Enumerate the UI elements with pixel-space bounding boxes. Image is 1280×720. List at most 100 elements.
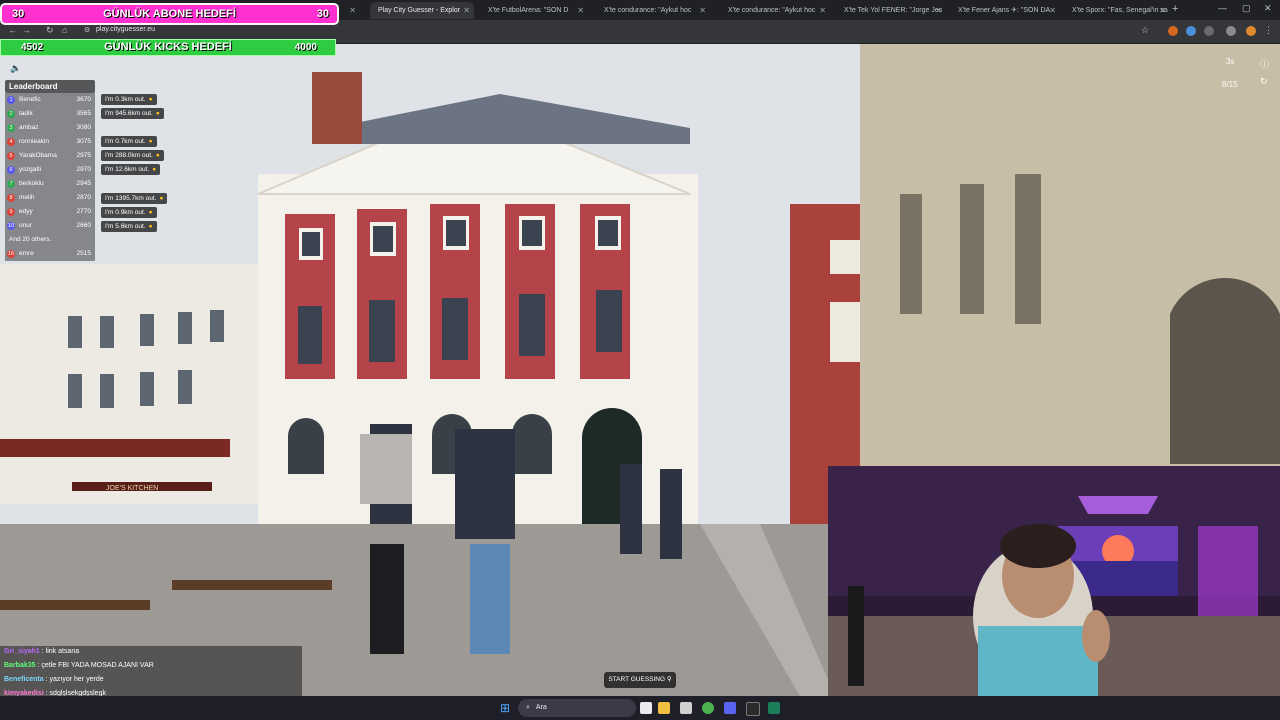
obs-icon[interactable] bbox=[746, 702, 760, 716]
chat-text: çetle FBI YADA MOSAD AJANI VAR bbox=[41, 662, 154, 669]
shop-sign-text: JOE'S KITCHEN bbox=[106, 485, 158, 492]
location-pin-icon: ⚲ bbox=[666, 676, 672, 683]
tab-tekyol-fener[interactable]: X'te Tek Yol FENER: "Jorge Jes ✕ bbox=[836, 2, 946, 19]
chat-username: Barbak35 bbox=[4, 662, 36, 669]
leaderboard-row: 2 tadik 3565 bbox=[5, 107, 95, 121]
start-guessing-button[interactable]: START GUESSING ⚲ bbox=[604, 672, 676, 688]
reload-icon[interactable]: ↻ bbox=[46, 25, 54, 36]
refresh-icon[interactable]: ↻ bbox=[1260, 76, 1268, 87]
streamer-webcam bbox=[828, 466, 1280, 696]
chrome-icon[interactable] bbox=[702, 702, 714, 714]
tab-1[interactable]: ✕ bbox=[340, 2, 360, 19]
app-icon[interactable] bbox=[768, 702, 780, 714]
menu-dots-icon[interactable]: ⋮ bbox=[1264, 25, 1273, 36]
leaderboard-self-row: 16 emre 2515 bbox=[5, 247, 95, 261]
windows-taskbar: ⊞ ⌕ Ara bbox=[0, 696, 1280, 720]
chat-username: Gri_siyah1 bbox=[4, 648, 40, 655]
tab-condurance-2[interactable]: X'te condurance: "Aykut hoc ✕ bbox=[720, 2, 830, 19]
tab-close-icon[interactable]: ✕ bbox=[699, 2, 706, 19]
player-score: 2945 bbox=[76, 180, 91, 187]
tab-condurance-1[interactable]: X'te condurance: "Aykut hoc ✕ bbox=[596, 2, 710, 19]
windows-start-icon[interactable]: ⊞ bbox=[500, 701, 510, 715]
minimize-button[interactable]: — bbox=[1218, 3, 1227, 13]
site-info-icon[interactable]: ⚙ bbox=[84, 26, 90, 34]
forward-icon[interactable]: → bbox=[22, 25, 31, 35]
guess-text: I'm 0.9km out. bbox=[105, 209, 146, 216]
goal-label: GÜNLÜK KICKS HEDEFİ bbox=[104, 41, 232, 53]
extension-icon[interactable] bbox=[1204, 26, 1214, 36]
profile-avatar-icon[interactable] bbox=[1246, 26, 1256, 36]
tab-city-guesser[interactable]: Play City Guesser - Explor ✕ bbox=[370, 2, 474, 19]
player-name: Benefic bbox=[19, 96, 41, 103]
guess-distance-bubble: I'm 945.6km out. ● bbox=[101, 108, 164, 119]
guess-distance-bubble: I'm 0.7km out. ● bbox=[101, 136, 157, 147]
leaderboard-row: 7 berkoklu 2945 bbox=[5, 177, 95, 191]
extension-icon[interactable] bbox=[1168, 26, 1178, 36]
coin-icon: ● bbox=[148, 209, 153, 216]
bookmark-star-icon[interactable]: ☆ bbox=[1141, 25, 1149, 36]
tab-close-icon[interactable]: ✕ bbox=[349, 2, 356, 19]
discord-icon[interactable] bbox=[724, 702, 736, 714]
close-window-button[interactable]: ✕ bbox=[1264, 3, 1272, 14]
tab-futbolarena[interactable]: X'te FutbolArena: "SON D ✕ bbox=[480, 2, 588, 19]
extension-icon[interactable] bbox=[1186, 26, 1196, 36]
chat-username: Beneficenta bbox=[4, 676, 44, 683]
player-score: 3080 bbox=[76, 124, 91, 131]
goal-target: 30 bbox=[316, 8, 329, 20]
leaderboard-more: And 20 others. bbox=[5, 233, 95, 247]
rank-badge: 10 bbox=[7, 222, 15, 230]
tab-fener-ajans[interactable]: X'te Fener Ajans ✈: "SON DA ✕ bbox=[950, 2, 1060, 19]
player-name: yozgatli bbox=[19, 166, 42, 173]
tab-label: X'te condurance: "Aykut hoc bbox=[728, 7, 816, 14]
info-icon[interactable]: ⓘ bbox=[1260, 57, 1269, 70]
maximize-button[interactable]: ▢ bbox=[1242, 3, 1251, 14]
coin-icon: ● bbox=[148, 223, 153, 230]
leaderboard-row: 5 YarakObama 2975 bbox=[5, 149, 95, 163]
chat-message: Gri_siyah1 : link atsana bbox=[4, 648, 80, 655]
guess-text: I'm 5.6km out. bbox=[105, 223, 146, 230]
rank-badge: 3 bbox=[7, 124, 15, 132]
leaderboard-row: 6 yozgatli 2970 bbox=[5, 163, 95, 177]
back-icon[interactable]: ← bbox=[8, 25, 17, 35]
tab-close-icon[interactable]: ✕ bbox=[463, 2, 470, 19]
tab-close-icon[interactable]: ✕ bbox=[577, 2, 584, 19]
tab-sporx[interactable]: X'te Sporx: "Fas, Senegal'in sa ✕ bbox=[1064, 2, 1170, 19]
guess-distance-bubble: I'm 288.0km out. ● bbox=[101, 150, 164, 161]
tab-close-icon[interactable]: ✕ bbox=[1159, 2, 1166, 19]
player-name: YarakObama bbox=[19, 152, 57, 159]
url-field[interactable]: play.cityguesser.eu bbox=[96, 26, 155, 33]
taskbar-search[interactable]: ⌕ Ara bbox=[518, 699, 636, 717]
chat-text: link atsana bbox=[45, 648, 80, 655]
rank-badge: 1 bbox=[7, 96, 15, 104]
guess-distance-bubble: I'm 5.6km out. ● bbox=[101, 221, 157, 232]
tab-close-icon[interactable]: ✕ bbox=[1049, 2, 1056, 19]
leaderboard-row: 8 melih 2870 bbox=[5, 191, 95, 205]
task-view-icon[interactable] bbox=[640, 702, 652, 714]
new-tab-button[interactable]: + bbox=[1172, 3, 1178, 15]
leaderboard-title: Leaderboard bbox=[5, 80, 95, 93]
file-explorer-icon[interactable] bbox=[658, 702, 670, 714]
player-score: 2970 bbox=[76, 166, 91, 173]
player-name: melih bbox=[19, 194, 35, 201]
coin-icon: ● bbox=[159, 195, 164, 202]
home-icon[interactable]: ⌂ bbox=[62, 25, 67, 35]
store-icon[interactable] bbox=[680, 702, 692, 714]
tab-label: X'te Fener Ajans ✈: "SON DA bbox=[958, 7, 1051, 14]
profile-avatar-icon[interactable] bbox=[1226, 26, 1236, 36]
coin-icon: ● bbox=[155, 152, 160, 159]
rank-badge: 6 bbox=[7, 166, 15, 174]
coin-icon: ● bbox=[148, 138, 153, 145]
tab-close-icon[interactable]: ✕ bbox=[935, 2, 942, 19]
leaderboard-row: 1 Benefic 3670 bbox=[5, 93, 95, 107]
player-name: ronnieakin bbox=[19, 138, 49, 145]
mute-icon[interactable]: 🔈 bbox=[10, 63, 21, 74]
guess-distance-bubble: I'm 0.3km out. ● bbox=[101, 94, 157, 105]
tab-label: X'te Tek Yol FENER: "Jorge Jes bbox=[844, 7, 943, 14]
tab-label: Play City Guesser - Explor bbox=[378, 7, 461, 14]
tab-label: X'te Sporx: "Fas, Senegal'in sa bbox=[1072, 7, 1168, 14]
goal-target: 4000 bbox=[294, 42, 317, 53]
guess-distance-bubble: I'm 12.6km out. ● bbox=[101, 164, 161, 175]
player-score: 2660 bbox=[76, 222, 91, 229]
tab-close-icon[interactable]: ✕ bbox=[819, 2, 826, 19]
rank-badge: 2 bbox=[7, 110, 15, 118]
